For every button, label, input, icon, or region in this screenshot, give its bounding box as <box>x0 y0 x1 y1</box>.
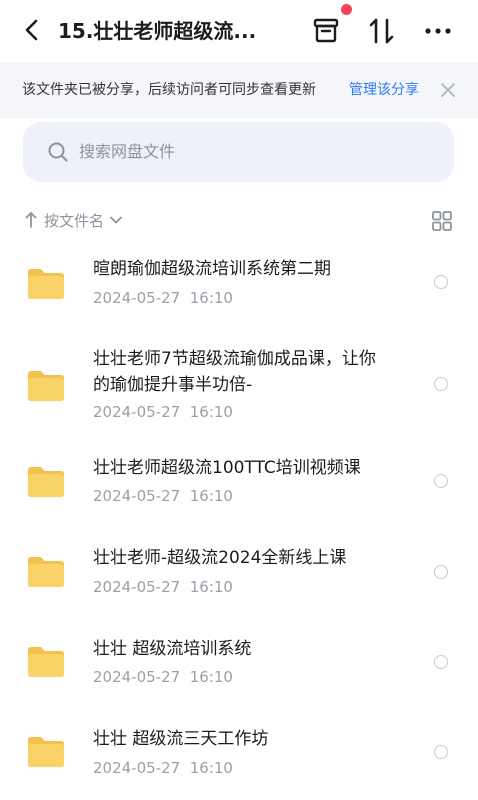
folder-icon <box>28 647 64 677</box>
file-name: 壮壮 超级流三天工作坊 <box>93 729 269 749</box>
folder-icon <box>28 737 64 767</box>
sort-label: 按文件名 <box>44 211 105 230</box>
close-icon[interactable] <box>438 80 458 100</box>
search-icon <box>48 142 68 162</box>
inbox-icon[interactable] <box>309 14 343 48</box>
share-notice-text: 该文件夹已被分享，后续访问者可同步查看更新 <box>22 82 316 98</box>
arrow-up-icon <box>25 212 37 228</box>
file-name: 壮壮老师超级流100TTC培训视频课 <box>93 458 361 478</box>
select-checkbox[interactable] <box>434 745 448 759</box>
sort-arrows-icon[interactable] <box>365 14 399 48</box>
file-name: 壮壮老师7节超级流瑜伽成品课，让你 的瑜伽提升事半功倍- <box>93 349 376 395</box>
file-meta: 2024-05-27 16:10 <box>93 668 233 686</box>
search-placeholder: 搜索网盘文件 <box>79 142 176 161</box>
grid-view-icon[interactable] <box>430 209 454 233</box>
top-bar: 15.壮壮老师超级流... <box>0 0 478 62</box>
back-arrow-icon[interactable] <box>18 16 46 44</box>
list-item[interactable]: 暄朗瑜伽超级流培训系统第二期 2024-05-27 16:10 <box>0 240 478 330</box>
select-checkbox[interactable] <box>434 655 448 669</box>
chevron-down-icon <box>110 216 122 224</box>
sort-by-name-button[interactable]: 按文件名 <box>24 206 124 234</box>
file-name: 壮壮老师-超级流2024全新线上课 <box>93 548 347 568</box>
select-checkbox[interactable] <box>434 565 448 579</box>
folder-icon <box>28 467 64 497</box>
file-meta: 2024-05-27 16:10 <box>93 403 233 421</box>
folder-icon <box>28 371 64 401</box>
search-input[interactable]: 搜索网盘文件 <box>23 122 454 182</box>
file-meta: 2024-05-27 16:10 <box>93 289 233 307</box>
list-item[interactable]: 壮壮老师超级流100TTC培训视频课 2024-05-27 16:10 <box>0 440 478 530</box>
notification-dot <box>341 4 352 15</box>
select-checkbox[interactable] <box>434 474 448 488</box>
sort-bar: 按文件名 <box>0 202 478 238</box>
share-notice-banner: 该文件夹已被分享，后续访问者可同步查看更新 管理该分享 <box>0 62 478 118</box>
list-item[interactable]: 壮壮 超级流三天工作坊 2024-05-27 16:10 <box>0 710 478 800</box>
folder-icon <box>28 269 64 299</box>
select-checkbox[interactable] <box>434 377 448 391</box>
file-meta: 2024-05-27 16:10 <box>93 487 233 505</box>
list-item[interactable]: 壮壮 超级流培训系统 2024-05-27 16:10 <box>0 620 478 710</box>
file-name: 暄朗瑜伽超级流培训系统第二期 <box>93 259 331 279</box>
file-meta: 2024-05-27 16:10 <box>93 578 233 596</box>
file-name: 壮壮 超级流培训系统 <box>93 639 252 659</box>
file-meta: 2024-05-27 16:10 <box>93 759 233 777</box>
select-checkbox[interactable] <box>434 275 448 289</box>
more-options-icon[interactable] <box>421 14 455 48</box>
list-item[interactable]: 壮壮老师-超级流2024全新线上课 2024-05-27 16:10 <box>0 530 478 620</box>
manage-share-link[interactable]: 管理该分享 <box>349 62 419 118</box>
folder-icon <box>28 557 64 587</box>
page-title: 15.壮壮老师超级流... <box>58 19 257 43</box>
list-item[interactable]: 壮壮老师7节超级流瑜伽成品课，让你 的瑜伽提升事半功倍- 2024-05-27 … <box>0 330 478 440</box>
